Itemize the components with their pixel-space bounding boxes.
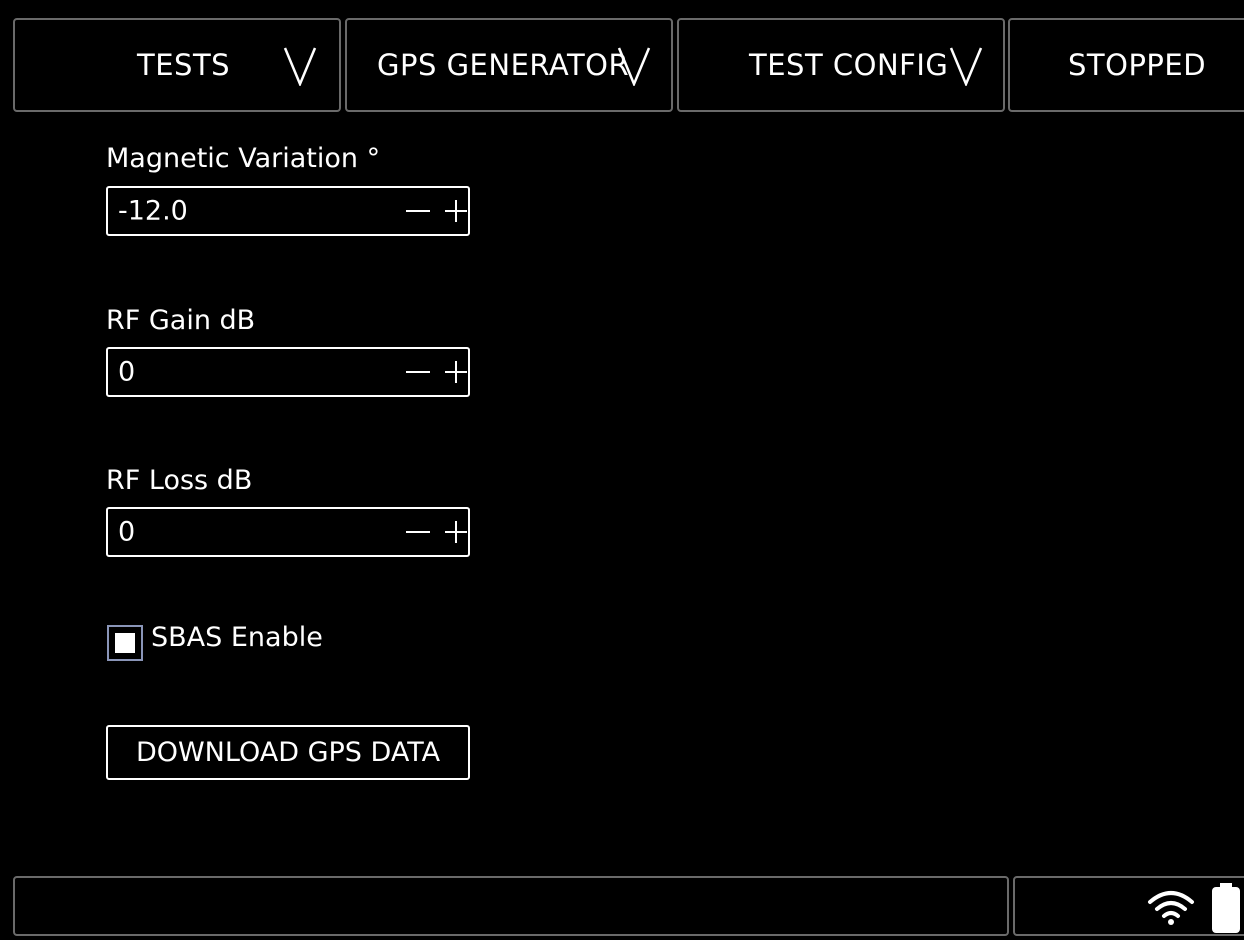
rf-gain-value[interactable]: 0 (118, 357, 135, 388)
rf-loss-value[interactable]: 0 (118, 517, 135, 548)
tests-menu-button[interactable]: TESTS (13, 18, 341, 112)
gps-generator-menu-label: GPS GENERATOR (377, 48, 630, 82)
test-config-menu-label: TEST CONFIG (749, 48, 949, 82)
rf-loss-field[interactable]: 0 (106, 507, 470, 557)
chevron-down-icon (283, 47, 317, 86)
decrement-icon[interactable] (406, 371, 430, 373)
run-status-label: STOPPED (1068, 48, 1207, 82)
download-gps-data-button[interactable]: DOWNLOAD GPS DATA (106, 725, 470, 780)
checkbox-checked-indicator (115, 633, 135, 653)
chevron-down-icon (949, 47, 983, 86)
gps-generator-screen: TESTS GPS GENERATOR TEST CONFIG STOPPED … (8, 10, 1244, 940)
rf-gain-field[interactable]: 0 (106, 347, 470, 397)
magnetic-variation-value[interactable]: -12.0 (118, 196, 188, 227)
rf-loss-label: RF Loss dB (106, 465, 253, 496)
chevron-down-icon (617, 47, 651, 86)
message-bar (13, 876, 1009, 936)
decrement-icon[interactable] (406, 210, 430, 212)
gps-generator-menu-button[interactable]: GPS GENERATOR (345, 18, 673, 112)
magnetic-variation-field[interactable]: -12.0 (106, 186, 470, 236)
status-indicators (1013, 876, 1244, 936)
increment-icon[interactable] (445, 521, 467, 543)
magnetic-variation-label: Magnetic Variation ° (106, 143, 381, 174)
run-status-button[interactable]: STOPPED (1008, 18, 1244, 112)
increment-icon[interactable] (445, 200, 467, 222)
increment-icon[interactable] (445, 361, 467, 383)
sbas-enable-checkbox[interactable] (107, 625, 143, 661)
decrement-icon[interactable] (406, 531, 430, 533)
wifi-icon (1148, 891, 1194, 925)
tests-menu-label: TESTS (137, 48, 231, 82)
battery-icon (1212, 883, 1240, 933)
sbas-enable-label[interactable]: SBAS Enable (151, 622, 323, 653)
test-config-menu-button[interactable]: TEST CONFIG (677, 18, 1005, 112)
rf-gain-label: RF Gain dB (106, 305, 256, 336)
